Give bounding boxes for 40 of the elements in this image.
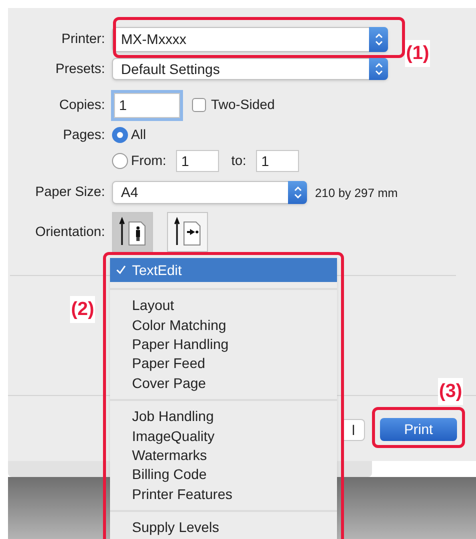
- field-label: Copies:: [59, 96, 105, 114]
- cancel-button[interactable]: l: [343, 418, 365, 440]
- text-field[interactable]: 1: [176, 150, 220, 172]
- menu-item[interactable]: TextEdit: [110, 258, 337, 282]
- field-label: Presets:: [55, 60, 105, 78]
- page-figure-icon: [174, 217, 202, 247]
- popup-button[interactable]: A4: [112, 181, 307, 204]
- checkmark-icon: [116, 265, 126, 275]
- field-label: Paper Size:: [35, 183, 105, 202]
- menu-item[interactable]: Supply Levels: [110, 518, 337, 538]
- orientation-button[interactable]: [167, 212, 208, 252]
- checkbox-label: Two-Sided: [211, 96, 275, 114]
- menu-item[interactable]: Billing Code: [110, 465, 337, 485]
- callout-label: (1): [405, 40, 430, 67]
- menu-item[interactable]: Color Matching: [110, 315, 337, 335]
- menu-item[interactable]: Printer Features: [110, 484, 337, 504]
- paper-dimensions: 210 by 297 mm: [315, 184, 398, 202]
- popup-button[interactable]: MX-Mxxxx: [112, 27, 388, 52]
- field-label: Orientation:: [35, 222, 105, 241]
- menu-item[interactable]: ImageQuality: [110, 426, 337, 446]
- menu-item[interactable]: Cover Page: [110, 374, 337, 393]
- field-label: to:: [231, 152, 246, 170]
- orientation-button[interactable]: [112, 212, 153, 252]
- callout-label: (2): [70, 296, 96, 323]
- field-label: Printer:: [61, 30, 105, 48]
- callout-label: (3): [438, 378, 464, 405]
- menu-item[interactable]: Paper Handling: [110, 334, 337, 354]
- text-field[interactable]: 1: [256, 150, 300, 172]
- radio-label: All: [131, 126, 146, 144]
- menu-item[interactable]: Layout: [110, 296, 337, 316]
- text-field[interactable]: 1: [114, 92, 180, 118]
- menu-item[interactable]: Job Handling: [110, 406, 337, 426]
- radio-label: From:: [131, 152, 166, 170]
- menu-item[interactable]: Watermarks: [110, 446, 337, 466]
- checkbox[interactable]: [192, 98, 206, 112]
- field-label: Pages:: [62, 126, 105, 144]
- print-button[interactable]: Print: [380, 418, 457, 441]
- popup-button[interactable]: Default Settings: [112, 58, 388, 80]
- menu-item[interactable]: Paper Feed: [110, 354, 337, 374]
- page-figure-icon: [118, 217, 146, 247]
